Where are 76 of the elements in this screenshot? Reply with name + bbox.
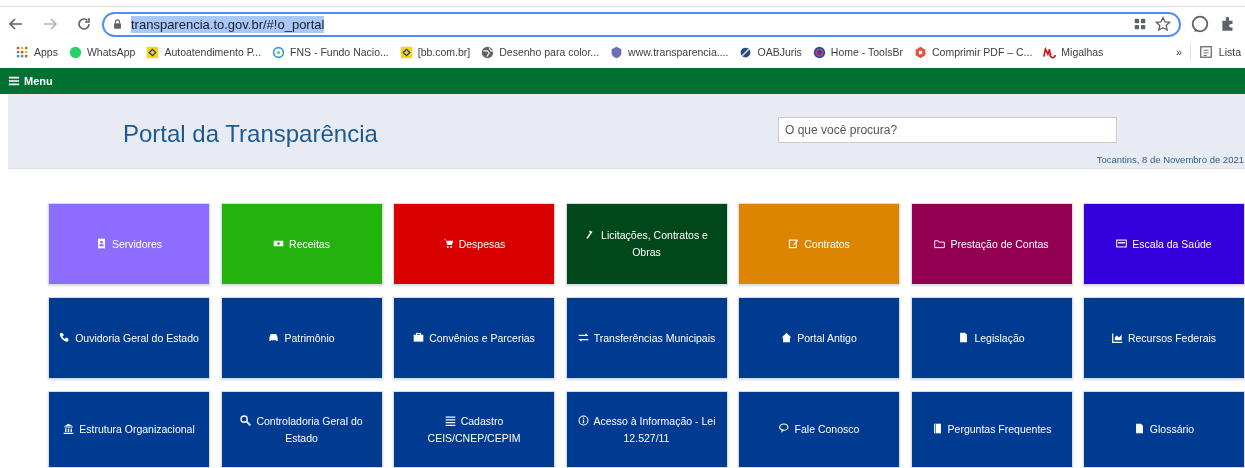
star-icon: [1155, 16, 1171, 32]
bookmark-link[interactable]: OABJuris: [739, 45, 802, 59]
bookmark-icon: [812, 45, 826, 59]
menu-tile[interactable]: Cadastro CEIS/CNEP/CEPIM: [393, 391, 555, 468]
bookmark-link[interactable]: Desenho para color...: [481, 45, 600, 59]
menu-tile[interactable]: Portal Antigo: [738, 297, 900, 379]
bookmark-link[interactable]: [bb.com.br]: [399, 45, 471, 59]
folder-icon: [934, 237, 946, 249]
exchange-arrows-icon: [577, 331, 589, 343]
grid-icon: [1133, 17, 1147, 31]
url-text: transparencia.to.gov.br/#!o_portal: [131, 15, 325, 33]
shopping-cart-icon: [442, 237, 454, 249]
reload-icon: [76, 16, 92, 32]
portal-title: Portal da Transparência: [123, 119, 379, 148]
menu-tile[interactable]: Estrutura Organizacional: [48, 391, 210, 468]
menu-tile[interactable]: Licitações, Contratos e Obras: [565, 203, 728, 285]
list-icon: [444, 414, 456, 426]
bar-chart-icon: [1111, 331, 1123, 343]
bookmark-icon: [481, 45, 495, 59]
id-card-icon: [95, 237, 107, 249]
edit-icon: [788, 237, 800, 249]
bookmark-icon: [68, 45, 82, 59]
search-icon: [240, 414, 252, 426]
bank-building-icon: [63, 423, 75, 434]
menu-tile[interactable]: Patrimônio: [220, 297, 383, 379]
reading-list-link[interactable]: Lista: [1218, 46, 1241, 58]
menu-icon: [8, 74, 20, 88]
briefcase-icon: [413, 331, 425, 343]
bookmark-link[interactable]: www.transparencia....: [610, 45, 729, 59]
house-icon: [781, 331, 793, 343]
menu-tile[interactable]: Escala da Saúde: [1083, 203, 1245, 285]
bookmark-icon: [610, 45, 624, 59]
bookmark-icon: [399, 45, 413, 59]
menu-tile[interactable]: Fale Conosco: [738, 391, 900, 468]
date-text: Tocantins, 8 de Novembro de 2021: [1096, 154, 1245, 165]
calendar-icon: [1116, 237, 1128, 249]
menu-tile[interactable]: Perguntas Frequentes: [910, 391, 1073, 468]
back-arrow-icon: [8, 16, 24, 32]
phone-icon: [59, 331, 71, 343]
menu-tile[interactable]: Glossário: [1083, 391, 1245, 468]
bookmark-icon: [272, 45, 286, 59]
bookmark-icon: [16, 45, 29, 59]
menu-tile[interactable]: Ouvidoria Geral do Estado: [48, 297, 210, 379]
bookmark-icon: [146, 45, 160, 59]
info-icon: [577, 414, 589, 426]
search-field[interactable]: O que você procura?: [778, 117, 1117, 143]
more-bookmarks-button[interactable]: »: [1175, 46, 1182, 58]
padlock-icon: [112, 18, 123, 30]
document-icon: [1133, 423, 1145, 434]
car-icon: [268, 331, 280, 343]
forward-arrow-icon: [42, 16, 58, 32]
bookmark-link[interactable]: Autoatendimento P...: [146, 45, 262, 59]
bookmark-link[interactable]: WhatsApp: [68, 45, 136, 59]
menu-tile[interactable]: Transferências Municipais: [565, 297, 728, 379]
menu-tile[interactable]: Despesas: [393, 203, 555, 285]
address-bar[interactable]: transparencia.to.gov.br/#!o_portal: [102, 11, 1181, 37]
booklet-icon: [931, 423, 943, 434]
bookmark-icon: [739, 45, 753, 59]
menu-tile[interactable]: Servidores: [48, 203, 210, 285]
menu-tile[interactable]: Prestação de Contas: [910, 203, 1073, 285]
bookmark-link[interactable]: Comprimir PDF – C...: [914, 45, 1033, 59]
bookmark-link[interactable]: Home - ToolsBr: [812, 45, 903, 59]
bookmark-link[interactable]: Migalhas: [1043, 45, 1104, 59]
chat-bubbles-icon: [778, 423, 790, 434]
menu-button[interactable]: Menu: [8, 74, 53, 88]
bookmark-link[interactable]: FNS - Fundo Nacio...: [272, 45, 389, 59]
menu-tile[interactable]: Controladoria Geral do Estado: [220, 391, 383, 468]
menu-tile[interactable]: Recursos Federais: [1083, 297, 1245, 379]
menu-tile[interactable]: Convênios e Parcerias: [393, 297, 555, 379]
document-icon: [958, 331, 970, 343]
menu-tile[interactable]: Acesso à Informação - Lei 12.527/11: [565, 391, 728, 468]
list-icon: [1198, 45, 1213, 59]
bookmark-icon: [1043, 45, 1057, 59]
menu-tile[interactable]: Legislação: [910, 297, 1073, 379]
bookmark-link[interactable]: Apps: [16, 45, 58, 59]
bookmark-icon: [914, 45, 927, 59]
